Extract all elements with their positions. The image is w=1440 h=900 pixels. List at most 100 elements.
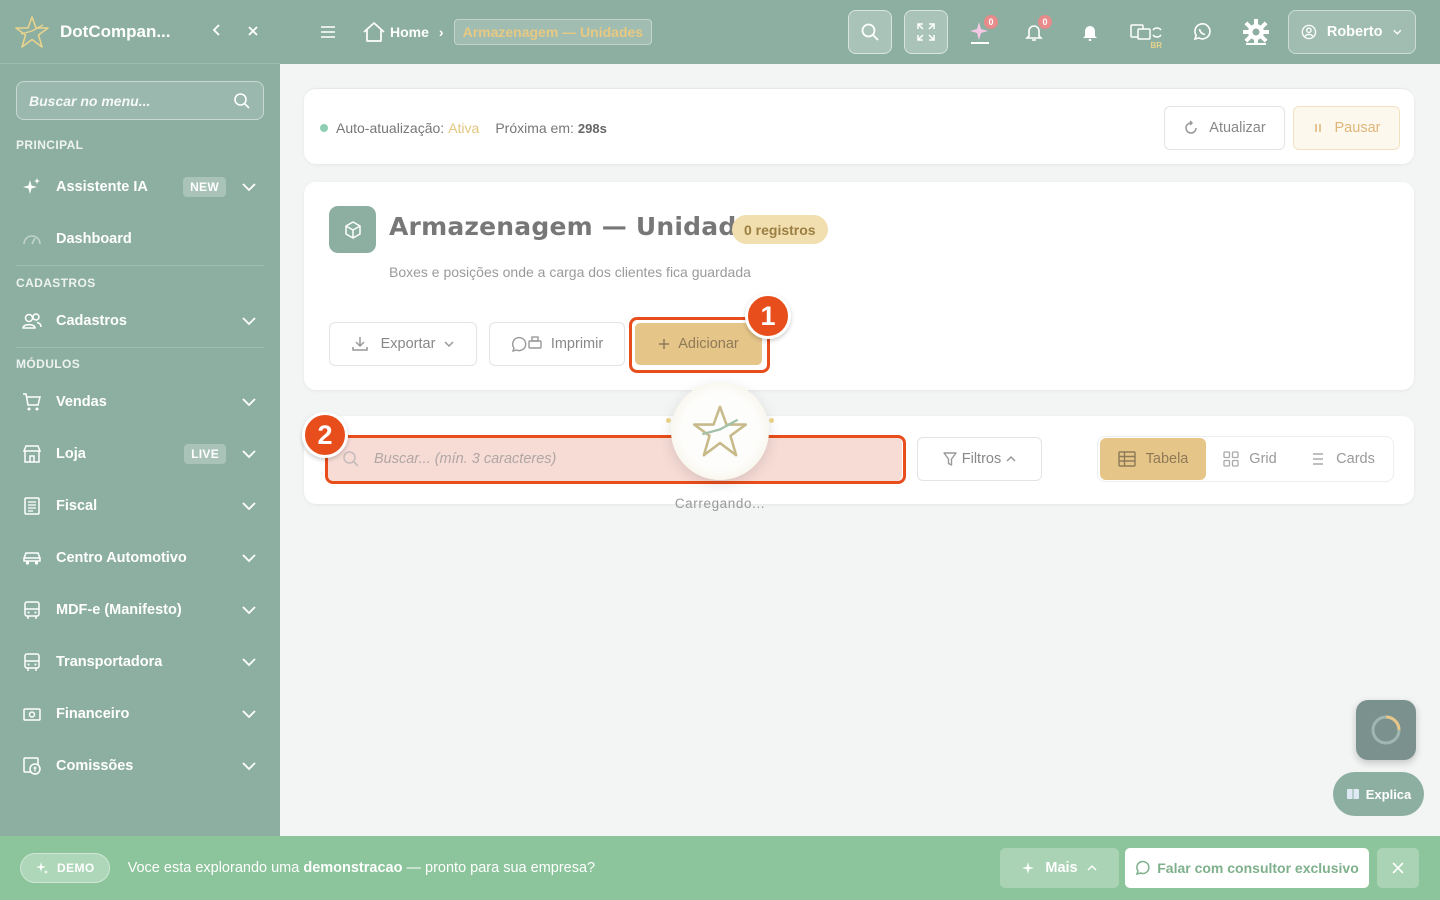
fullscreen-button[interactable] [904,10,948,54]
sidebar-item-label: Centro Automotivo [56,550,187,566]
sidebar-item-vendas[interactable]: Vendas [0,376,280,428]
store-icon [22,445,42,463]
sidebar-item-mdfe[interactable]: MDF-e (Manifesto) [0,584,280,636]
notification-count-badge: 0 [1038,15,1052,29]
close-demo-bar-button[interactable] [1377,848,1419,888]
table-icon [1117,451,1136,467]
filters-button[interactable]: Filtros [917,437,1042,481]
sidebar-item-financeiro[interactable]: Financeiro [0,688,280,740]
view-table-label: Tabela [1145,451,1189,467]
auto-refresh-value: Ativa [448,120,480,136]
refresh-button[interactable]: Atualizar [1164,106,1285,150]
sidebar-item-label: Vendas [56,394,107,410]
view-cards-label: Cards [1336,451,1375,467]
export-button[interactable]: Exportar [329,322,477,366]
loading-text: Carregando... [674,496,766,511]
topbar: Home › Armazenagem — Unidades 0 0 BR Rob… [280,0,1440,64]
breadcrumb-separator-icon: › [438,24,444,40]
download-icon [351,337,368,351]
ai-assistant-button[interactable]: 0 [958,10,1002,54]
explica-button[interactable]: Explica [1333,772,1424,816]
chevron-down-icon [242,183,256,192]
sidebar-item-dashboard[interactable]: Dashboard [0,213,280,265]
language-button[interactable]: BR [1124,10,1168,54]
status-dot [320,124,328,132]
divider [16,347,264,348]
close-sidebar-button[interactable] [240,21,266,42]
demo-badge: DEMO [20,853,110,883]
sidebar-item-label: MDF-e (Manifesto) [56,602,182,618]
records-badge: 0 registros [732,215,828,244]
demo-message-bold: demonstracao [303,860,403,876]
breadcrumb-home-label: Home [390,24,429,40]
sidebar-search [16,81,264,120]
chevron-down-icon [242,317,256,326]
whatsapp-button[interactable] [1180,10,1224,54]
view-grid-button[interactable]: Grid [1206,438,1294,480]
highlight-search-field [325,435,906,484]
list-icon [1313,453,1324,465]
breadcrumb-home[interactable]: Home [362,21,429,43]
floating-assistant-button[interactable] [1356,700,1416,760]
sidebar-item-fiscal[interactable]: Fiscal [0,480,280,532]
demo-message-pre: Voce esta explorando uma [127,860,304,876]
sidebar-item-assistente[interactable]: Assistente IA NEW [0,161,280,213]
sidebar-search-input[interactable] [29,92,233,109]
close-icon [1392,862,1404,874]
contact-consultant-label: Falar com consultor exclusivo [1157,860,1359,876]
sidebar-item-loja[interactable]: Loja LIVE [0,428,280,480]
bus-icon [24,601,40,619]
money-icon [23,708,41,721]
pause-icon [1314,124,1321,132]
user-circle-icon [1301,24,1317,40]
alerts-button[interactable] [1068,10,1112,54]
sidebar-item-cadastros[interactable]: Cadastros [0,295,280,347]
filter-icon [943,452,957,466]
sidebar-item-label: Transportadora [56,654,163,670]
notifications-button[interactable]: 0 [1012,10,1056,54]
divider [16,265,264,266]
sparkles-icon [36,862,48,874]
box-icon [344,220,361,239]
view-table-button[interactable]: Tabela [1100,438,1206,480]
more-button[interactable]: Mais [1000,848,1119,888]
live-badge: LIVE [184,444,226,464]
collapse-sidebar-button[interactable] [204,21,230,42]
search-icon [234,92,250,109]
sidebar-item-comissoes[interactable]: Comissões [0,740,280,792]
refresh-label: Atualizar [1209,120,1266,136]
view-grid-label: Grid [1249,451,1277,467]
print-label: Imprimir [550,336,604,352]
user-menu-button[interactable]: Roberto [1288,10,1416,54]
chevron-up-icon [1087,864,1097,871]
view-cards-button[interactable]: Cards [1294,438,1391,480]
chevron-down-icon [242,658,256,667]
settings-button[interactable] [1234,10,1278,54]
fullscreen-icon [917,23,935,41]
page-subtitle: Boxes e posições onde a carga dos client… [389,264,751,280]
section-principal: PRINCIPAL [16,138,84,152]
home-icon [363,22,385,42]
filters-label: Filtros [961,451,1002,467]
brand-header: DotCompan... [0,0,280,64]
sidebar-item-label: Financeiro [56,706,130,722]
breadcrumb-current: Armazenagem — Unidades [453,19,653,45]
sidebar-item-label: Cadastros [56,313,127,329]
print-button[interactable]: Imprimir [489,322,625,366]
pause-button[interactable]: Pausar [1293,106,1400,150]
loading-ring-icon [1371,715,1401,745]
chevron-down-icon [1393,29,1402,35]
menu-icon[interactable] [316,24,340,40]
sidebar-item-transportadora[interactable]: Transportadora [0,636,280,688]
section-modulos: MÓDULOS [16,357,81,371]
contact-consultant-button[interactable]: Falar com consultor exclusivo [1125,848,1369,888]
sidebar-item-centro-automotivo[interactable]: Centro Automotivo [0,532,280,584]
whatsapp-icon [1193,23,1211,41]
cart-icon [23,393,41,411]
page-title: Armazenagem — Unidades [389,212,769,241]
chevron-left-icon [212,24,220,36]
app-name: DotCompan... [60,21,171,41]
breadcrumb: Home › Armazenagem — Unidades [362,19,653,45]
global-search-button[interactable] [848,10,892,54]
chevron-down-icon [242,502,256,511]
